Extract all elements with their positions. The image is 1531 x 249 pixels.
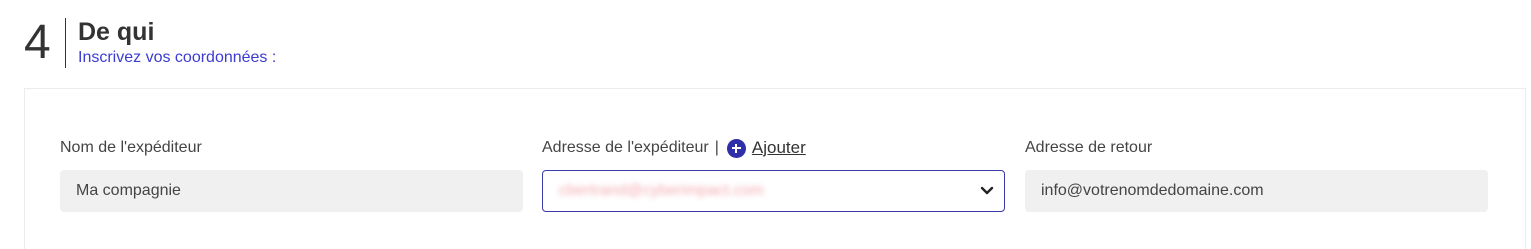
sender-address-select[interactable]: cbertrand@cyberimpact.com [542,170,1005,212]
plus-circle-icon[interactable] [726,138,746,158]
sender-form-card: Nom de l'expéditeur Ma compagnie Adresse… [24,88,1526,249]
step-subtitle-suffix: : [267,49,277,66]
step-subtitle: Inscrivez vos coordonnées : [78,48,276,68]
sender-name-field: Nom de l'expéditeur Ma compagnie [60,137,523,212]
step-divider [65,18,66,68]
sender-name-input[interactable]: Ma compagnie [60,170,523,212]
step-subtitle-text: Inscrivez vos coordonnées [78,49,268,66]
step-number: 4 [24,16,51,69]
return-address-input[interactable]: info@votrenomdedomaine.com [1025,170,1488,212]
sender-address-label: Adresse de l'expéditeur [542,139,709,156]
sender-address-selected-value: cbertrand@cyberimpact.com [559,182,764,199]
return-address-field: Adresse de retour info@votrenomdedomaine… [1025,137,1488,212]
label-separator: | [714,139,719,156]
step-header: 4 De qui Inscrivez vos coordonnées : [24,14,624,70]
sender-address-label-row: Adresse de l'expéditeur | Ajouter [542,137,1005,159]
return-address-value: info@votrenomdedomaine.com [1041,182,1264,199]
sender-name-value: Ma compagnie [76,182,181,199]
sender-address-field: Adresse de l'expéditeur | Ajouter cbertr… [542,137,1005,212]
step-title: De qui [78,18,155,46]
add-sender-address-link[interactable]: Ajouter [752,138,806,158]
return-address-label: Adresse de retour [1025,139,1153,156]
chevron-down-icon[interactable] [980,184,994,198]
sender-name-label: Nom de l'expéditeur [60,139,202,156]
